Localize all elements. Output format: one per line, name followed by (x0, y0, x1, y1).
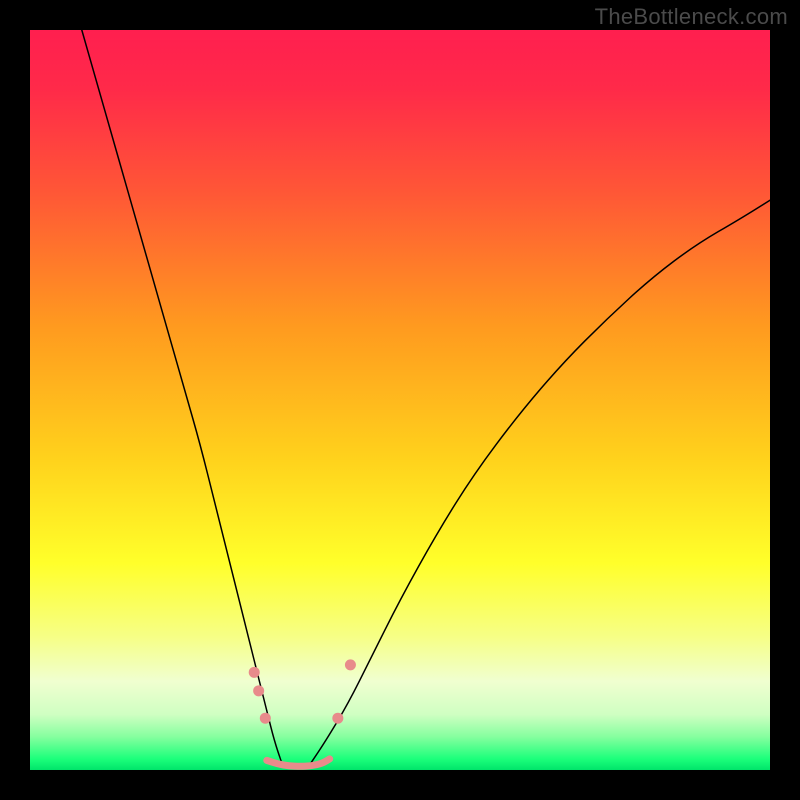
plot-area (30, 30, 770, 770)
left-dot-2 (253, 685, 264, 696)
chart-frame: TheBottleneck.com (0, 0, 800, 800)
left-dot-1 (249, 667, 260, 678)
right-dot-2 (345, 659, 356, 670)
watermark-text: TheBottleneck.com (595, 4, 788, 30)
right-dot-1 (332, 713, 343, 724)
left-dot-3 (260, 713, 271, 724)
gradient-background (30, 30, 770, 770)
chart-svg (30, 30, 770, 770)
